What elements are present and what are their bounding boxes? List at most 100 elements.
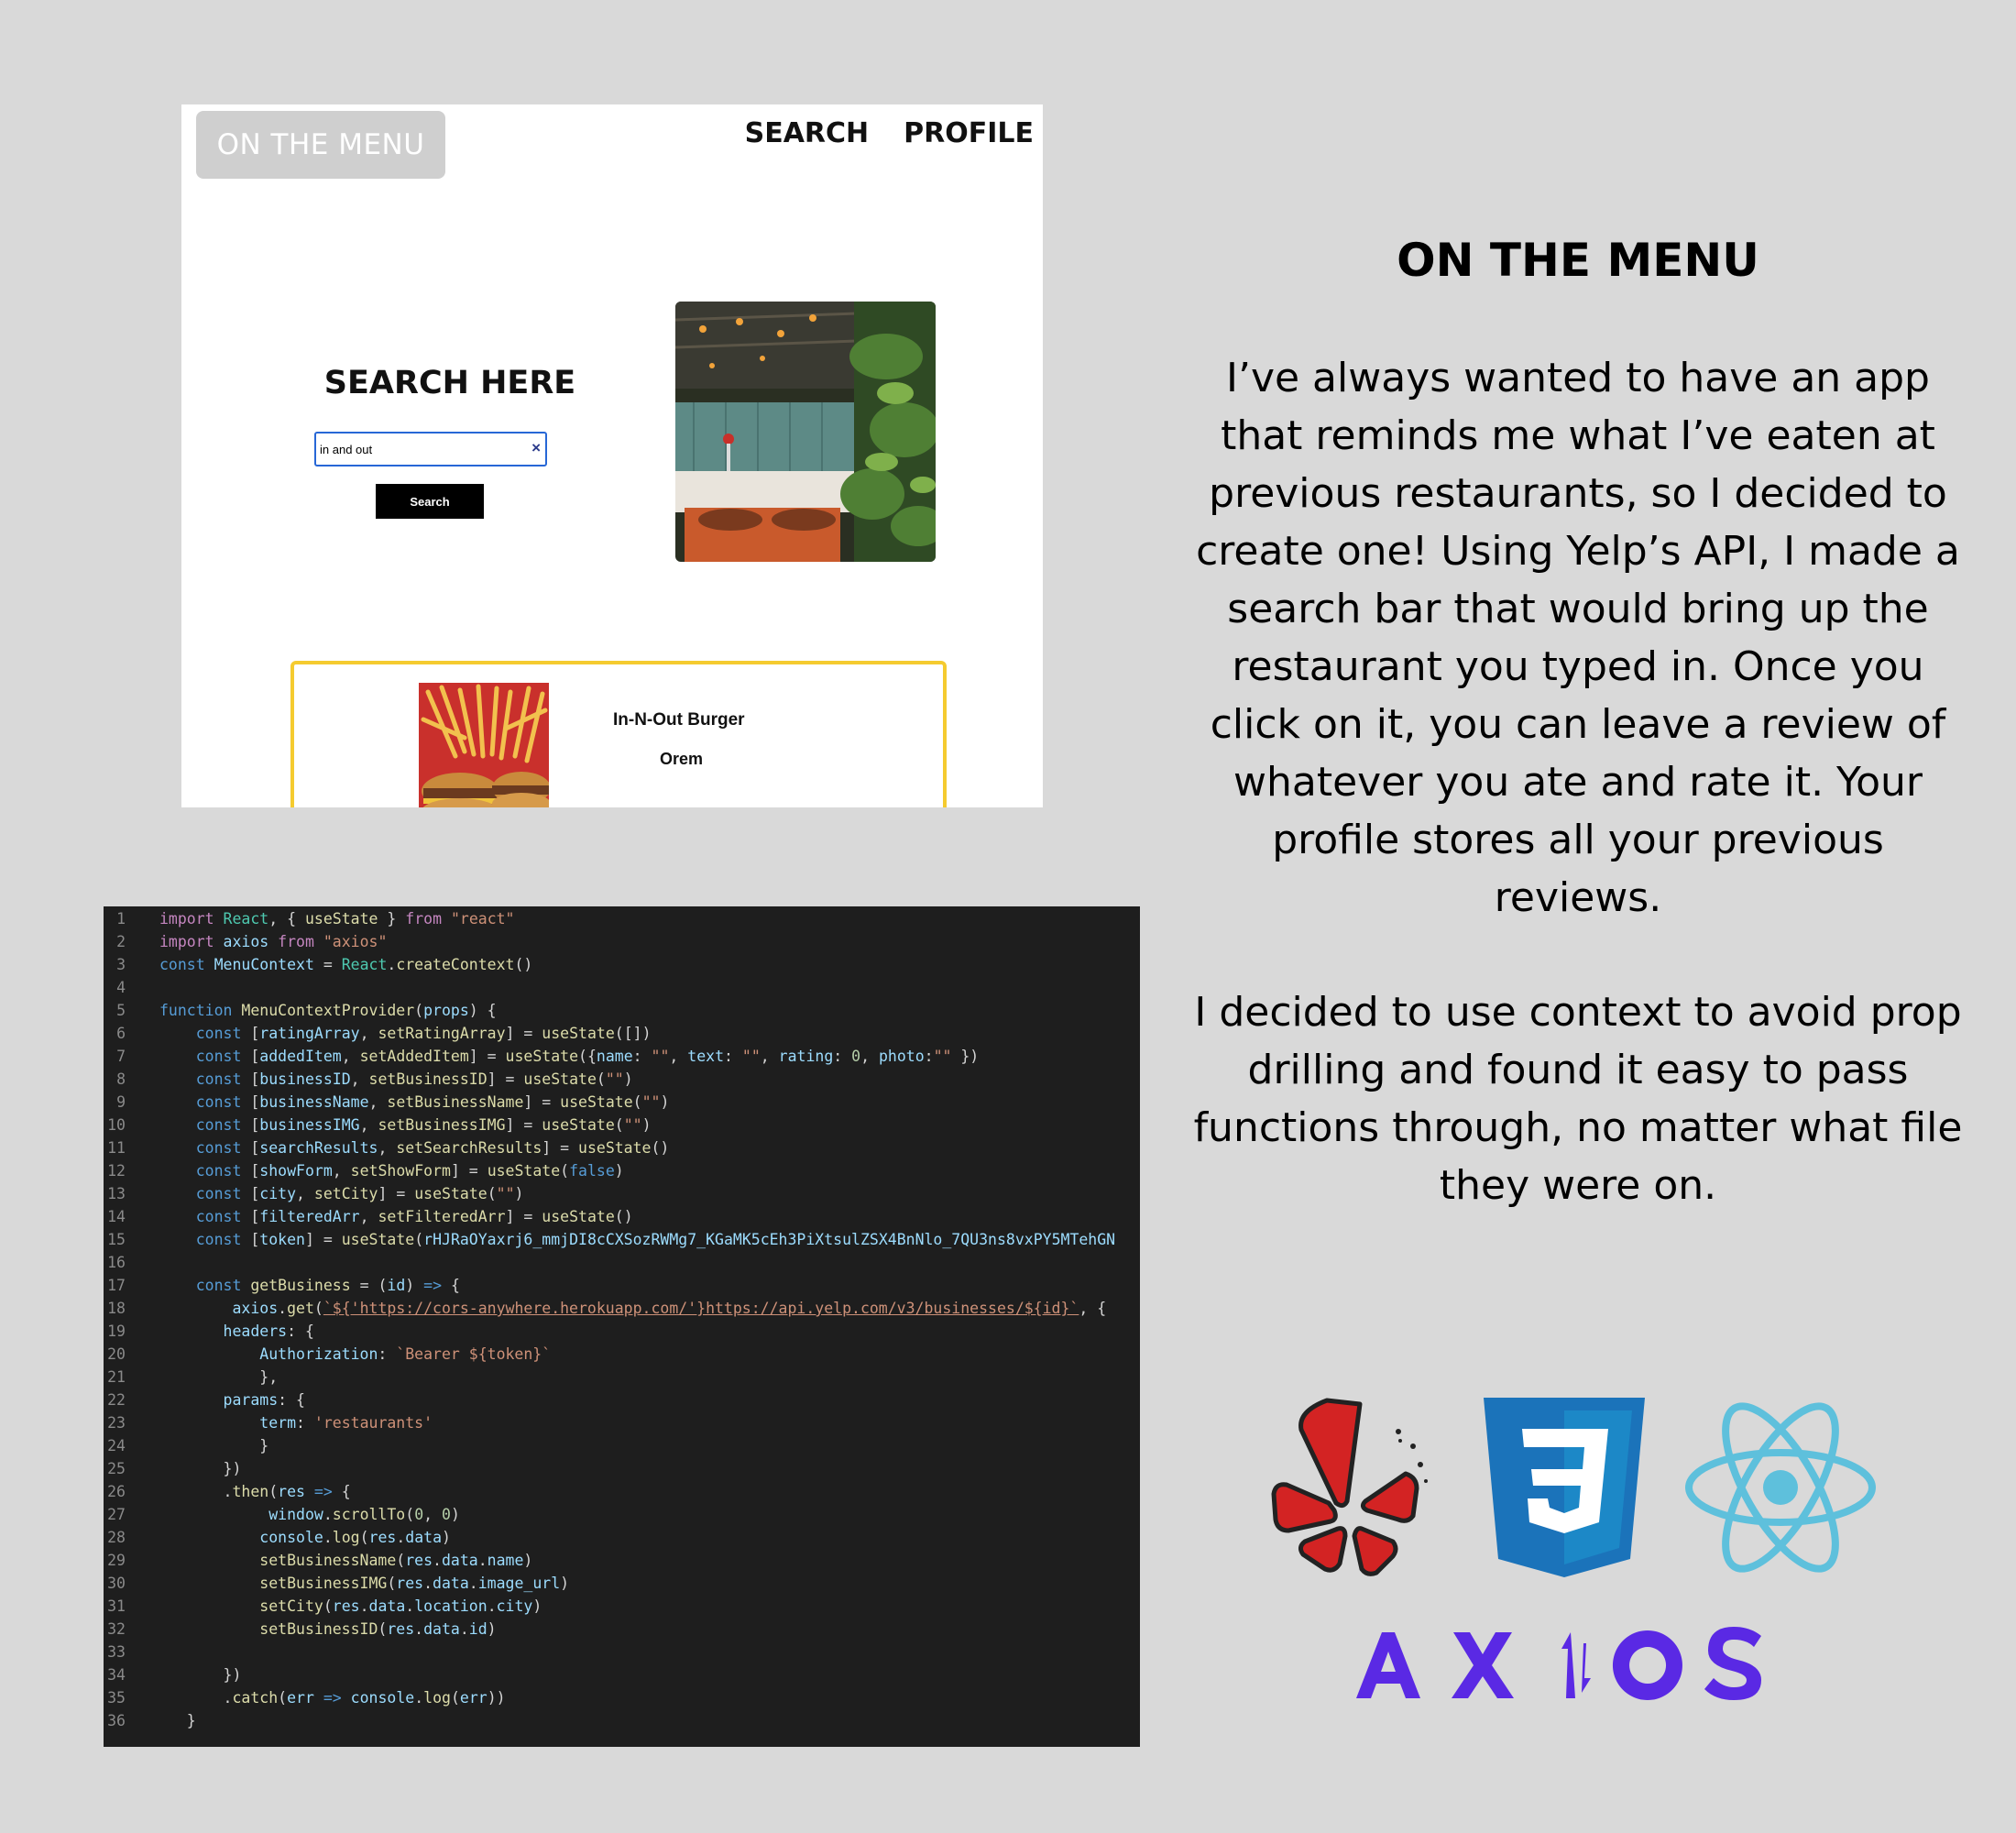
code-text: const [businessID, setBusinessID] = useS… bbox=[195, 1070, 633, 1088]
code-line: 17 const getBusiness = (id) => { bbox=[104, 1274, 1140, 1297]
code-line: 22 params: { bbox=[104, 1388, 1140, 1411]
code-line: 34 }) bbox=[104, 1663, 1140, 1686]
line-number: 8 bbox=[116, 1070, 126, 1088]
search-button[interactable]: Search bbox=[376, 484, 484, 519]
search-heading: SEARCH HERE bbox=[323, 365, 576, 401]
code-line: 21 }, bbox=[104, 1366, 1140, 1388]
line-number: 22 bbox=[107, 1391, 126, 1409]
line-number: 31 bbox=[107, 1597, 126, 1615]
code-line: 13 const [city, setCity] = useState("") bbox=[104, 1182, 1140, 1205]
axios-icon bbox=[1356, 1627, 1761, 1700]
nav-profile-link[interactable]: PROFILE bbox=[904, 117, 1034, 149]
line-number: 20 bbox=[107, 1345, 126, 1363]
code-line: 8 const [businessID, setBusinessID] = us… bbox=[104, 1068, 1140, 1091]
code-text: axios.get(`${'https://cors-anywhere.hero… bbox=[232, 1300, 1107, 1317]
main-nav: SEARCH PROFILE bbox=[745, 117, 1034, 149]
code-line: 31 setCity(res.data.location.city) bbox=[104, 1595, 1140, 1618]
code-line: 36 } bbox=[104, 1709, 1140, 1732]
code-line: 1 import React, { useState } from "react" bbox=[104, 907, 1140, 930]
code-text: console.log(res.data) bbox=[259, 1529, 451, 1546]
code-line: 7 const [addedItem, setAddedItem] = useS… bbox=[104, 1045, 1140, 1068]
code-line: 16 bbox=[104, 1251, 1140, 1274]
line-number: 1 bbox=[116, 910, 126, 927]
code-line: 29 setBusinessName(res.data.name) bbox=[104, 1549, 1140, 1572]
code-text: .catch(err => console.log(err)) bbox=[159, 1689, 506, 1707]
code-text: setCity(res.data.location.city) bbox=[259, 1597, 542, 1615]
line-number: 3 bbox=[116, 956, 126, 973]
line-number: 30 bbox=[107, 1575, 126, 1592]
line-number: 21 bbox=[107, 1368, 126, 1386]
code-text: setBusinessID(res.data.id) bbox=[259, 1620, 497, 1638]
line-number: 16 bbox=[107, 1254, 126, 1271]
result-card[interactable]: In-N-Out Burger Orem bbox=[290, 661, 947, 807]
nav-search-link[interactable]: SEARCH bbox=[745, 117, 870, 149]
code-text: setBusinessName(res.data.name) bbox=[259, 1552, 533, 1569]
code-text: window.scrollTo(0, 0) bbox=[268, 1506, 460, 1523]
code-line: 23 term: 'restaurants' bbox=[104, 1411, 1140, 1434]
code-line: 32 setBusinessID(res.data.id) bbox=[104, 1618, 1140, 1641]
line-number: 36 bbox=[107, 1712, 126, 1729]
yelp-icon bbox=[1271, 1398, 1428, 1576]
code-text: const [ratingArray, setRatingArray] = us… bbox=[195, 1025, 652, 1042]
line-number: 18 bbox=[107, 1300, 126, 1317]
line-number: 12 bbox=[107, 1162, 126, 1180]
code-text: const [searchResults, setSearchResults] … bbox=[195, 1139, 670, 1157]
code-text: } bbox=[159, 1712, 196, 1729]
line-number: 32 bbox=[107, 1620, 126, 1638]
code-line: 5 function MenuContextProvider(props) { bbox=[104, 999, 1140, 1022]
code-line: 10 const [businessIMG, setBusinessIMG] =… bbox=[104, 1114, 1140, 1136]
code-editor: 1 import React, { useState } from "react"… bbox=[104, 906, 1140, 1747]
code-line: 26 .then(res => { bbox=[104, 1480, 1140, 1503]
react-icon bbox=[1685, 1402, 1876, 1573]
home-logo-button[interactable]: ON THE MENU bbox=[196, 111, 445, 179]
code-text: params: { bbox=[223, 1391, 305, 1409]
code-text: const [filteredArr, setFilteredArr] = us… bbox=[195, 1208, 633, 1225]
line-number: 9 bbox=[116, 1093, 126, 1111]
code-line: 30 setBusinessIMG(res.data.image_url) bbox=[104, 1572, 1140, 1595]
code-text: const [token] = useState(rHJRaOYaxrj6_mm… bbox=[195, 1231, 1116, 1248]
result-name: In-N-Out Burger bbox=[613, 710, 745, 730]
code-line: 20 Authorization: `Bearer ${token}` bbox=[104, 1343, 1140, 1366]
code-line: 28 console.log(res.data) bbox=[104, 1526, 1140, 1549]
code-line: 27 window.scrollTo(0, 0) bbox=[104, 1503, 1140, 1526]
code-text: import React, { useState } from "react" bbox=[159, 910, 515, 927]
code-line: 24 } bbox=[104, 1434, 1140, 1457]
result-photo bbox=[419, 683, 549, 807]
result-city: Orem bbox=[660, 750, 704, 768]
line-number: 27 bbox=[107, 1506, 126, 1523]
code-line: 14 const [filteredArr, setFilteredArr] =… bbox=[104, 1205, 1140, 1228]
css3-icon bbox=[1484, 1398, 1645, 1577]
line-number: 4 bbox=[116, 979, 126, 996]
restaurant-photo bbox=[675, 302, 936, 562]
code-text: const MenuContext = React.createContext(… bbox=[159, 956, 533, 973]
code-line: 2 import axios from "axios" bbox=[104, 930, 1140, 953]
line-number: 28 bbox=[107, 1529, 126, 1546]
code-text: setBusinessIMG(res.data.image_url) bbox=[259, 1575, 570, 1592]
line-number: 17 bbox=[107, 1277, 126, 1294]
code-text: import axios from "axios" bbox=[159, 933, 388, 950]
code-text: const [businessIMG, setBusinessIMG] = us… bbox=[195, 1116, 652, 1134]
code-line: 25 }) bbox=[104, 1457, 1140, 1480]
code-line: 15 const [token] = useState(rHJRaOYaxrj6… bbox=[104, 1228, 1140, 1251]
line-number: 23 bbox=[107, 1414, 126, 1432]
project-description: I’ve always wanted to have an app that r… bbox=[1196, 355, 1960, 921]
code-line: 35 .catch(err => console.log(err)) bbox=[104, 1686, 1140, 1709]
clear-icon[interactable]: × bbox=[531, 439, 541, 457]
line-number: 5 bbox=[116, 1002, 126, 1019]
code-line: 12 const [showForm, setShowForm] = useSt… bbox=[104, 1159, 1140, 1182]
project-title: ON THE MENU bbox=[1397, 234, 1759, 287]
code-line: 3 const MenuContext = React.createContext… bbox=[104, 953, 1140, 976]
code-text: } bbox=[159, 1437, 269, 1454]
line-number: 19 bbox=[107, 1323, 126, 1340]
code-line: 4 bbox=[104, 976, 1140, 999]
code-line: 11 const [searchResults, setSearchResult… bbox=[104, 1136, 1140, 1159]
code-line: 19 headers: { bbox=[104, 1320, 1140, 1343]
code-text: }) bbox=[159, 1666, 242, 1684]
search-input[interactable] bbox=[316, 434, 521, 465]
code-text: const [city, setCity] = useState("") bbox=[195, 1185, 524, 1202]
line-number: 29 bbox=[107, 1552, 126, 1569]
line-number: 25 bbox=[107, 1460, 126, 1477]
line-number: 11 bbox=[107, 1139, 126, 1157]
line-number: 33 bbox=[107, 1643, 126, 1661]
code-line: 9 const [businessName, setBusinessName] … bbox=[104, 1091, 1140, 1114]
